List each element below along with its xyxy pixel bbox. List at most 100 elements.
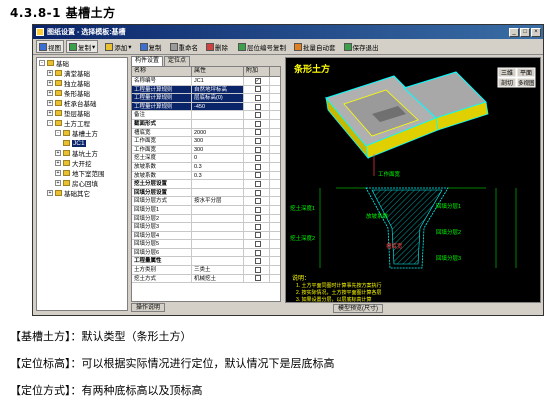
property-row[interactable]: 工程量计算规则 自然地坪标高 [132,85,280,95]
extra-checkbox[interactable] [254,189,261,196]
extra-checkbox[interactable] [254,94,261,101]
extra-checkbox[interactable] [254,146,261,153]
extra-checkbox[interactable] [254,258,261,265]
property-row[interactable]: 回填分层4 [132,231,280,241]
extra-checkbox[interactable] [254,163,261,170]
preview-canvas[interactable]: 条形土方 三维 平面 剖切 多视图 工作面宽 挖土深度1 挖土深度2 回填分层1… [285,57,541,303]
property-row[interactable]: 挖土分层设置 [132,180,280,189]
tree-expander-icon[interactable]: + [55,170,61,176]
property-value[interactable]: 三类土 [192,266,244,274]
property-row[interactable]: 放坡系数 0.3 [132,162,280,172]
property-row[interactable]: 回填分层设置 [132,188,280,198]
extra-checkbox[interactable] [254,223,261,230]
tree-expander-icon[interactable]: + [55,160,61,166]
property-value[interactable] [192,188,244,197]
property-value[interactable] [192,119,244,128]
property-value[interactable]: 0 [192,154,244,162]
extra-checkbox[interactable] [254,232,261,239]
property-row[interactable]: 回填分层3 [132,223,280,232]
extra-checkbox[interactable] [254,129,261,136]
tree-item[interactable]: + 基础其它 [37,188,127,198]
property-row[interactable]: 土方类别 三类土 [132,266,280,275]
tree-item[interactable]: + 大开挖 [37,158,127,168]
tree-item[interactable]: + 基坑土方 [37,148,127,158]
tree-item[interactable]: + 独立基础 [37,78,127,88]
view-button[interactable]: 视图 [36,40,64,53]
tree-expander-icon[interactable]: + [47,90,53,96]
property-row[interactable]: 工程量计算规则 层底标高(0) [132,94,280,103]
extra-checkbox[interactable] [254,266,261,273]
property-row[interactable]: 工程量属性 [132,257,280,267]
property-row[interactable]: 工程量计算规则 -450 [132,102,280,112]
property-value[interactable]: JC1 [192,77,244,85]
close-button[interactable]: × [531,27,541,37]
tree-expander-icon[interactable]: + [47,100,53,106]
tree-item[interactable]: + 地下室范围 [37,168,127,178]
tab-instructions[interactable]: 操作说明 [131,303,166,312]
property-value[interactable] [192,111,244,119]
extra-checkbox[interactable] [254,112,261,119]
extra-checkbox[interactable] [254,198,261,205]
extra-checkbox[interactable] [254,215,261,222]
property-value[interactable] [192,214,244,223]
property-row[interactable]: 放坡系数 0.3 [132,171,280,181]
tree-expander-icon[interactable]: + [47,190,53,196]
extra-checkbox[interactable] [254,172,261,179]
property-row[interactable]: 槽底宽 2000 [132,128,280,138]
delete-button[interactable]: 删除 [203,40,231,53]
property-row[interactable]: 名称编号 JC1 ✓ [132,77,280,86]
extra-checkbox[interactable] [254,155,261,162]
add-button[interactable]: 添加 ▾ [102,40,134,53]
property-value[interactable]: 层底标高(0) [192,94,244,102]
property-value[interactable]: -450 [192,102,244,111]
property-value[interactable] [192,231,244,240]
tab-anchor-point[interactable]: 定位点 [164,56,191,66]
tab-component-settings[interactable]: 构件设置 [131,56,164,66]
extra-checkbox[interactable] [254,241,261,248]
property-row[interactable]: 工作面宽 300 [132,137,280,146]
property-value[interactable]: 0.3 [192,171,244,180]
property-value[interactable] [192,223,244,231]
tree-item[interactable]: - 基础 [37,58,127,68]
tree-expander-icon[interactable]: + [47,70,53,76]
save-exit-button[interactable]: 保存退出 [341,40,382,53]
tree-expander-icon[interactable]: + [55,150,61,156]
property-row[interactable]: 挖土深度 0 [132,154,280,163]
copy-dropdown[interactable]: 复制 ▾ [66,40,99,53]
property-row[interactable]: 回填分层2 [132,214,280,224]
tab-model-preview[interactable]: 模型预览(尺寸) [333,304,383,313]
property-row[interactable]: 备注 [132,111,280,120]
property-value[interactable]: 0.3 [192,162,244,171]
property-value[interactable]: 300 [192,137,244,145]
tree-expander-icon[interactable]: + [47,80,53,86]
extra-checkbox[interactable] [254,275,261,282]
property-value[interactable] [192,240,244,248]
extra-checkbox[interactable] [254,86,261,93]
tree-item[interactable]: + 满堂基础 [37,68,127,78]
maximize-button[interactable]: □ [520,27,530,37]
minimize-button[interactable]: _ [509,27,519,37]
property-row[interactable]: 回填分层1 [132,205,280,215]
extra-checkbox[interactable] [254,137,261,144]
property-value[interactable] [192,205,244,214]
tree-item[interactable]: + 条形基础 [37,88,127,98]
tree-expander-icon[interactable]: + [47,110,53,116]
tree-item[interactable]: JC1 [37,138,127,148]
tree-item[interactable]: + 房心回填 [37,178,127,188]
property-row[interactable]: 挖土方式 机械挖土 [132,274,280,284]
extra-checkbox[interactable] [254,249,261,256]
tree-expander-icon[interactable]: - [47,120,53,126]
extra-checkbox[interactable] [254,180,261,187]
rename-button[interactable]: 重命名 [167,40,202,53]
duplicate-button[interactable]: 复制 [137,40,165,53]
tree-item[interactable]: + 桩承台基础 [37,98,127,108]
property-value[interactable] [192,180,244,188]
tree-item[interactable]: + 垫层基础 [37,108,127,118]
tree-item[interactable]: - 土方工程 [37,118,127,128]
extra-checkbox[interactable] [254,206,261,213]
property-value[interactable]: 自然地坪标高 [192,85,244,94]
layer-copy-button[interactable]: 层位编号复制 [235,40,289,53]
property-row[interactable]: 回填分层方式 按水平分层 [132,197,280,206]
property-value[interactable]: 2000 [192,128,244,137]
property-row[interactable]: 回填分层5 [132,240,280,249]
